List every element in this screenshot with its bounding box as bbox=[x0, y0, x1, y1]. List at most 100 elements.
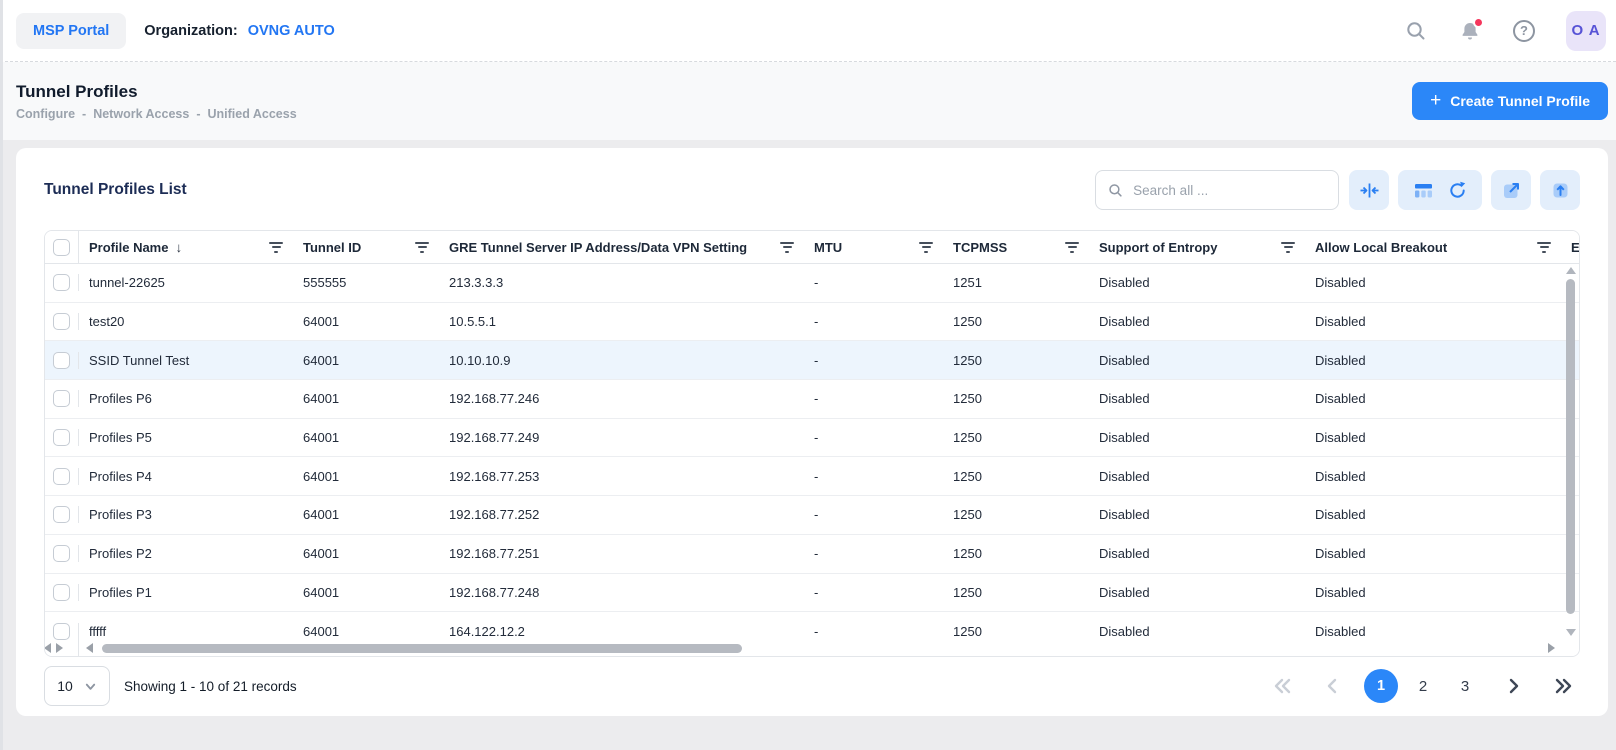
column-header[interactable]: GRE Tunnel Server IP Address/Data VPN Se… bbox=[439, 231, 804, 263]
table-row[interactable]: tunnel-22625555555213.3.3.3-1251Disabled… bbox=[45, 264, 1579, 303]
filter-icon[interactable] bbox=[1537, 242, 1551, 253]
fit-columns-button[interactable] bbox=[1349, 170, 1389, 210]
row-checkbox[interactable] bbox=[53, 623, 70, 640]
row-checkbox[interactable] bbox=[53, 429, 70, 446]
cell-support_of_entropy: Disabled bbox=[1089, 391, 1305, 406]
help-button[interactable]: ? bbox=[1506, 13, 1542, 49]
cell-tcpmss: 1250 bbox=[943, 314, 1089, 329]
table-row[interactable]: test206400110.5.5.1-1250DisabledDisabled bbox=[45, 303, 1579, 342]
search-icon bbox=[1108, 182, 1123, 199]
breadcrumb: Configure-Network Access-Unified Access bbox=[16, 107, 297, 121]
header-checkbox-cell bbox=[45, 231, 79, 263]
table-row[interactable]: SSID Tunnel Test6400110.10.10.9-1250Disa… bbox=[45, 341, 1579, 380]
row-checkbox[interactable] bbox=[53, 506, 70, 523]
row-checkbox-cell bbox=[45, 352, 79, 369]
table-footer: 10 Showing 1 - 10 of 21 records 123 bbox=[44, 666, 1580, 706]
scroll-left-arrow-icon[interactable] bbox=[44, 643, 51, 653]
row-checkbox[interactable] bbox=[53, 390, 70, 407]
horizontal-scrollbar[interactable] bbox=[45, 640, 1579, 656]
cell-allow_local_breakout: Disabled bbox=[1305, 430, 1561, 445]
column-header[interactable]: MTU bbox=[804, 231, 943, 263]
search-input[interactable] bbox=[1131, 182, 1326, 199]
row-checkbox[interactable] bbox=[53, 313, 70, 330]
table-row[interactable]: Profiles P464001192.168.77.253-1250Disab… bbox=[45, 457, 1579, 496]
column-header[interactable]: Allow Local Breakout bbox=[1305, 231, 1561, 263]
table-row[interactable]: Profiles P164001192.168.77.248-1250Disab… bbox=[45, 574, 1579, 613]
columns-refresh-button-group[interactable] bbox=[1398, 170, 1482, 210]
row-checkbox[interactable] bbox=[53, 274, 70, 291]
vertical-scrollbar-thumb[interactable] bbox=[1566, 279, 1575, 614]
scroll-up-arrow-icon[interactable] bbox=[1566, 267, 1576, 274]
topbar: MSP Portal Organization: OVNG AUTO ? O A bbox=[0, 0, 1616, 62]
scroll-down-arrow-icon[interactable] bbox=[1566, 629, 1576, 636]
row-checkbox-cell bbox=[45, 468, 79, 485]
page-size-select[interactable]: 10 bbox=[44, 666, 110, 706]
column-header[interactable]: TCPMSS bbox=[943, 231, 1089, 263]
scroll-right-arrow-icon[interactable] bbox=[1548, 643, 1555, 653]
cell-mtu: - bbox=[804, 430, 943, 445]
horizontal-scrollbar-thumb[interactable] bbox=[102, 644, 742, 653]
row-checkbox-cell bbox=[45, 313, 79, 330]
page-button[interactable]: 3 bbox=[1448, 669, 1482, 703]
page-button-current[interactable]: 1 bbox=[1364, 669, 1398, 703]
organization-name[interactable]: OVNG AUTO bbox=[248, 23, 335, 39]
next-page-button[interactable] bbox=[1497, 669, 1531, 703]
column-header[interactable]: Profile Name↓ bbox=[79, 231, 293, 263]
last-page-button[interactable] bbox=[1546, 669, 1580, 703]
breadcrumb-item[interactable]: Unified Access bbox=[208, 107, 297, 121]
filter-icon[interactable] bbox=[1065, 242, 1079, 253]
chevron-left-icon bbox=[1325, 678, 1339, 694]
cell-profile_name: Profiles P4 bbox=[79, 469, 293, 484]
avatar[interactable]: O A bbox=[1566, 11, 1606, 51]
cell-gre_ip: 164.122.12.2 bbox=[439, 624, 804, 639]
msp-portal-button[interactable]: MSP Portal bbox=[16, 13, 126, 49]
filter-icon[interactable] bbox=[1281, 242, 1295, 253]
filter-icon[interactable] bbox=[269, 242, 283, 253]
tunnel-profiles-card: Tunnel Profiles List bbox=[16, 148, 1608, 716]
first-page-button[interactable] bbox=[1266, 669, 1300, 703]
cell-profile_name: SSID Tunnel Test bbox=[79, 353, 293, 368]
table-row[interactable]: Profiles P264001192.168.77.251-1250Disab… bbox=[45, 535, 1579, 574]
cell-tcpmss: 1250 bbox=[943, 546, 1089, 561]
help-icon: ? bbox=[1513, 20, 1535, 42]
scroll-right-arrow-icon[interactable] bbox=[56, 643, 63, 653]
export-button[interactable] bbox=[1540, 170, 1580, 210]
cell-tunnel_id: 64001 bbox=[293, 469, 439, 484]
column-header[interactable]: E bbox=[1561, 231, 1580, 263]
filter-icon[interactable] bbox=[780, 242, 794, 253]
table-row[interactable]: Profiles P664001192.168.77.246-1250Disab… bbox=[45, 380, 1579, 419]
filter-icon[interactable] bbox=[415, 242, 429, 253]
cell-profile_name: tunnel-22625 bbox=[79, 275, 293, 290]
table-row[interactable]: Profiles P364001192.168.77.252-1250Disab… bbox=[45, 496, 1579, 535]
filter-icon[interactable] bbox=[919, 242, 933, 253]
open-in-new-button[interactable] bbox=[1491, 170, 1531, 210]
cell-mtu: - bbox=[804, 585, 943, 600]
page-button[interactable]: 2 bbox=[1406, 669, 1440, 703]
row-checkbox[interactable] bbox=[53, 545, 70, 562]
cell-tcpmss: 1250 bbox=[943, 469, 1089, 484]
column-header[interactable]: Tunnel ID bbox=[293, 231, 439, 263]
row-checkbox[interactable] bbox=[53, 352, 70, 369]
row-checkbox[interactable] bbox=[53, 584, 70, 601]
previous-page-button[interactable] bbox=[1315, 669, 1349, 703]
column-label: Allow Local Breakout bbox=[1315, 240, 1447, 255]
cell-gre_ip: 10.5.5.1 bbox=[439, 314, 804, 329]
vertical-scrollbar[interactable] bbox=[1566, 267, 1575, 636]
cell-tcpmss: 1250 bbox=[943, 507, 1089, 522]
search-button[interactable] bbox=[1398, 13, 1434, 49]
create-tunnel-profile-button[interactable]: + Create Tunnel Profile bbox=[1412, 82, 1608, 120]
page-numbers: 123 bbox=[1364, 669, 1482, 703]
select-all-checkbox[interactable] bbox=[53, 239, 70, 256]
notifications-button[interactable] bbox=[1452, 13, 1488, 49]
table-row[interactable]: Profiles P564001192.168.77.249-1250Disab… bbox=[45, 419, 1579, 458]
row-checkbox-cell bbox=[45, 623, 79, 640]
breadcrumb-item[interactable]: Network Access bbox=[93, 107, 189, 121]
cell-profile_name: Profiles P2 bbox=[79, 546, 293, 561]
breadcrumb-item[interactable]: Configure bbox=[16, 107, 75, 121]
row-checkbox[interactable] bbox=[53, 468, 70, 485]
scroll-left-arrow-icon[interactable] bbox=[86, 643, 93, 653]
column-header[interactable]: Support of Entropy bbox=[1089, 231, 1305, 263]
cell-mtu: - bbox=[804, 469, 943, 484]
frozen-column-scroll[interactable] bbox=[45, 640, 79, 656]
row-checkbox-cell bbox=[45, 506, 79, 523]
